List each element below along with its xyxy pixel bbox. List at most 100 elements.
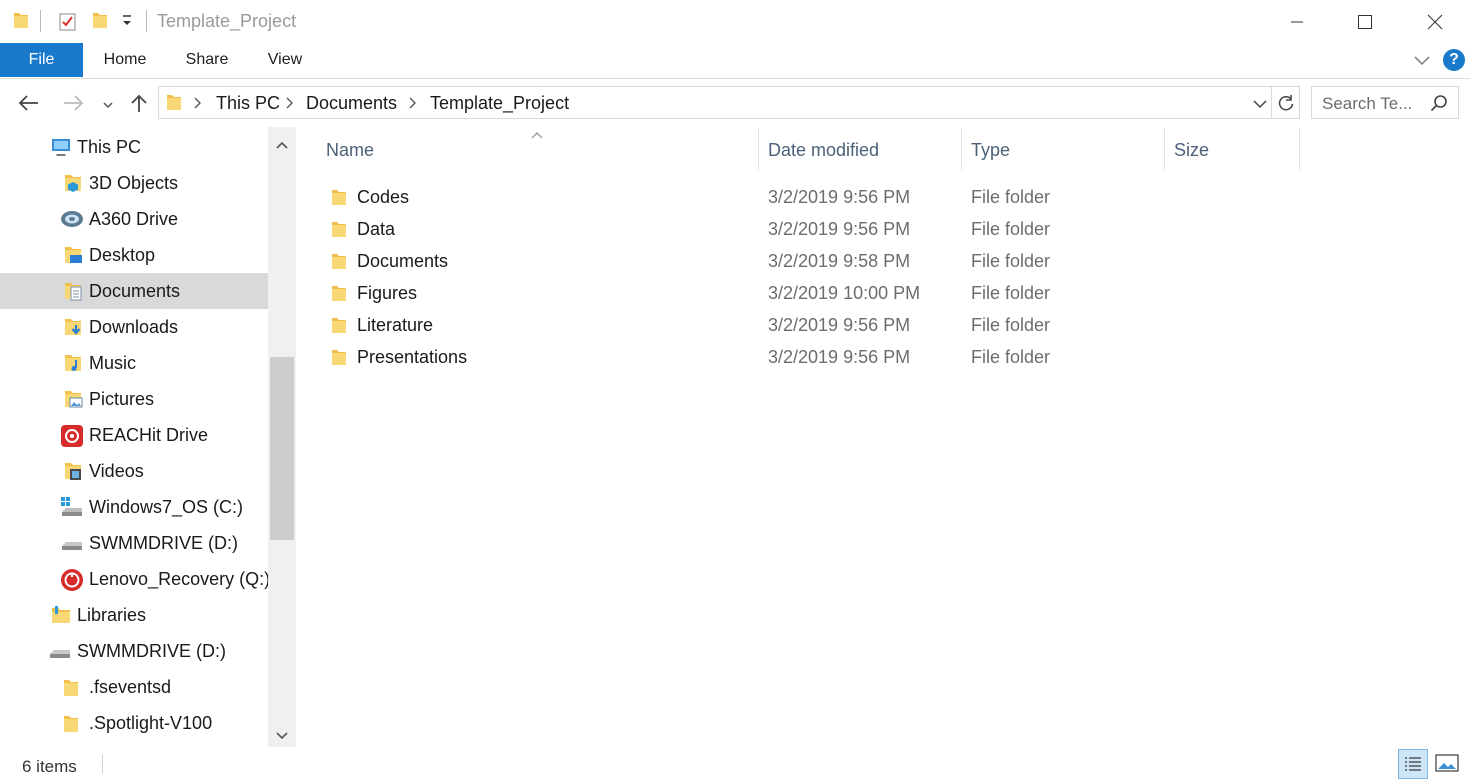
column-divider[interactable] [961, 128, 962, 170]
recovery-drive-icon [60, 568, 83, 591]
desktop-folder-icon [62, 244, 84, 266]
tab-view[interactable]: View [256, 43, 314, 77]
folder-icon [12, 10, 30, 35]
folder-icon [62, 712, 84, 734]
navigation-pane: This PC 3D Objects A360 Drive Desktop Do… [0, 127, 296, 747]
back-arrow-icon[interactable] [18, 94, 40, 117]
file-date: 3/2/2019 10:00 PM [768, 283, 921, 303]
nav-item-this-pc[interactable]: This PC [0, 129, 268, 165]
file-date: 3/2/2019 9:56 PM [768, 187, 911, 207]
file-name: Literature [357, 315, 434, 335]
file-date: 3/2/2019 9:56 PM [768, 347, 911, 367]
nav-item-fseventsd[interactable]: .fseventsd [0, 669, 268, 705]
nav-item-videos[interactable]: Videos [0, 453, 268, 489]
file-row[interactable]: Data 3/2/2019 9:56 PM File folder [300, 213, 1300, 245]
column-header-date-modified[interactable]: Date modified [768, 140, 879, 161]
up-arrow-icon[interactable] [130, 93, 148, 118]
details-view-button[interactable] [1398, 749, 1428, 779]
tab-share[interactable]: Share [176, 43, 238, 77]
folder-icon [330, 219, 348, 237]
scroll-down-chevron-icon[interactable] [275, 728, 289, 746]
file-row[interactable]: Presentations 3/2/2019 9:56 PM File fold… [300, 341, 1300, 373]
qat-separator [40, 10, 41, 32]
nav-item-a360-drive[interactable]: A360 Drive [0, 201, 268, 237]
tab-file[interactable]: File [0, 43, 83, 77]
minimize-icon [1291, 21, 1303, 22]
downloads-folder-icon [62, 316, 84, 338]
help-icon[interactable]: ? [1443, 49, 1465, 71]
maximize-button[interactable] [1330, 0, 1400, 43]
column-divider[interactable] [1164, 128, 1165, 170]
large-icons-view-icon[interactable] [1435, 753, 1459, 778]
breadcrumb-chevron-icon[interactable] [285, 95, 295, 116]
address-folder-icon [165, 92, 183, 117]
breadcrumb-chevron-icon[interactable] [193, 95, 203, 116]
status-separator [102, 754, 103, 774]
folder-icon [330, 347, 348, 365]
forward-arrow-icon[interactable] [62, 94, 84, 117]
file-type: File folder [971, 315, 1051, 335]
breadcrumb-this-pc[interactable]: This PC [216, 93, 280, 114]
title-bar: Template_Project [0, 0, 1470, 43]
nav-item-windows7-os[interactable]: Windows7_OS (C:) [0, 489, 268, 525]
column-header-type[interactable]: Type [971, 140, 1010, 161]
search-icon[interactable] [1430, 94, 1448, 117]
refresh-icon [1278, 94, 1293, 110]
nav-item-swmmdrive-d-root[interactable]: SWMMDRIVE (D:) [0, 633, 268, 669]
breadcrumb-template-project[interactable]: Template_Project [430, 93, 569, 114]
music-folder-icon [62, 352, 84, 374]
sort-ascending-icon [531, 126, 543, 144]
file-row[interactable]: Literature 3/2/2019 9:56 PM File folder [300, 309, 1300, 341]
close-button[interactable] [1400, 0, 1470, 43]
nav-item-reachit-drive[interactable]: REACHit Drive [0, 417, 268, 453]
nav-item-libraries[interactable]: Libraries [0, 597, 268, 633]
properties-icon[interactable] [58, 10, 78, 37]
search-input[interactable]: Search Te... [1322, 94, 1412, 114]
column-header-size[interactable]: Size [1174, 140, 1209, 161]
tab-home[interactable]: Home [94, 43, 156, 77]
column-divider[interactable] [758, 128, 759, 170]
details-view-icon [1405, 757, 1421, 771]
expand-ribbon-icon[interactable] [1413, 53, 1431, 72]
nav-item-pictures[interactable]: Pictures [0, 381, 268, 417]
column-divider[interactable] [1299, 128, 1300, 170]
ribbon: File Home Share View ? [0, 43, 1470, 79]
file-date: 3/2/2019 9:58 PM [768, 251, 911, 271]
nav-item-music[interactable]: Music [0, 345, 268, 381]
scrollbar-thumb[interactable] [270, 357, 294, 540]
scroll-up-chevron-icon[interactable] [275, 137, 289, 155]
folder-icon [330, 251, 348, 269]
computer-icon [50, 136, 72, 158]
nav-item-3d-objects[interactable]: 3D Objects [0, 165, 268, 201]
nav-item-downloads[interactable]: Downloads [0, 309, 268, 345]
item-count: 6 items [22, 757, 77, 776]
close-icon [1427, 14, 1443, 29]
nav-item-desktop[interactable]: Desktop [0, 237, 268, 273]
file-type: File folder [971, 283, 1051, 303]
breadcrumb-chevron-icon[interactable] [408, 95, 418, 116]
minimize-button[interactable] [1262, 0, 1332, 43]
nav-item-swmmdrive-d[interactable]: SWMMDRIVE (D:) [0, 525, 268, 561]
file-date: 3/2/2019 9:56 PM [768, 219, 911, 239]
3d-objects-folder-icon [62, 172, 84, 194]
nav-item-spotlight[interactable]: .Spotlight-V100 [0, 705, 268, 741]
folder-icon [330, 283, 348, 301]
column-header-name[interactable]: Name [326, 140, 374, 161]
new-folder-icon[interactable] [91, 10, 109, 35]
file-row[interactable]: Codes 3/2/2019 9:56 PM File folder [300, 181, 1300, 213]
recent-locations-chevron-icon[interactable] [102, 97, 114, 115]
a360-drive-icon [60, 208, 83, 230]
maximize-icon [1358, 14, 1372, 29]
windows-drive-icon [60, 496, 82, 518]
address-dropdown-chevron-icon[interactable] [1252, 97, 1268, 115]
breadcrumb-documents[interactable]: Documents [306, 93, 397, 114]
file-name: Codes [357, 187, 410, 207]
refresh-button[interactable] [1272, 86, 1300, 119]
file-row[interactable]: Figures 3/2/2019 10:00 PM File folder [300, 277, 1300, 309]
nav-item-documents[interactable]: Documents [0, 273, 268, 309]
file-row[interactable]: Documents 3/2/2019 9:58 PM File folder [300, 245, 1300, 277]
nav-item-lenovo-recovery[interactable]: Lenovo_Recovery (Q:) [0, 561, 270, 597]
customize-qat-icon[interactable] [120, 14, 134, 33]
file-name: Figures [357, 283, 418, 303]
qat-separator [146, 10, 147, 32]
